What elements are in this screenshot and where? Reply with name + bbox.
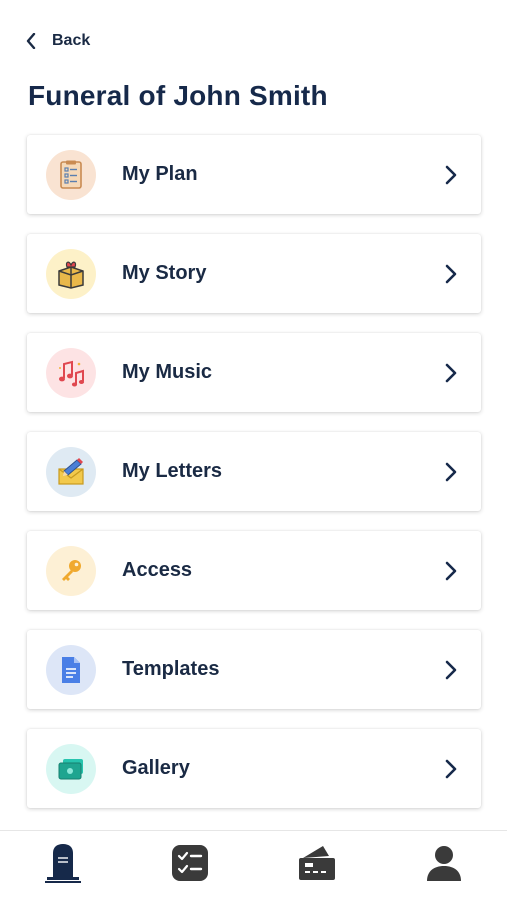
menu-item-my-music[interactable]: My Music: [27, 333, 481, 412]
tab-tasks[interactable]: [160, 836, 220, 896]
menu-item-label: My Story: [122, 262, 207, 284]
tab-tickets[interactable]: [287, 836, 347, 896]
menu-item-label: Access: [122, 559, 193, 581]
envelope-pencil-icon: [46, 446, 96, 497]
menu-item-access[interactable]: Access: [27, 531, 481, 610]
menu-item-my-story[interactable]: My Story: [27, 234, 481, 313]
bottom-tab-bar: [0, 830, 507, 900]
menu-item-label: My Music: [122, 361, 213, 383]
profile-icon: [425, 844, 463, 887]
key-icon: [46, 545, 96, 596]
tombstone-icon: [45, 843, 82, 888]
ticket-icon: [297, 844, 337, 887]
chevron-right-icon: [443, 263, 459, 285]
music-notes-icon: [46, 347, 96, 398]
tab-profile[interactable]: [414, 836, 474, 896]
menu-item-label: Gallery: [122, 757, 190, 779]
menu-list: My Plan My Story My Music My Letters Acc…: [27, 135, 481, 828]
menu-item-templates[interactable]: Templates: [27, 630, 481, 709]
menu-item-label: My Plan: [122, 163, 198, 185]
page-title: Funeral of John Smith: [28, 80, 328, 111]
chevron-left-icon: [24, 33, 38, 49]
chevron-right-icon: [443, 758, 459, 780]
chevron-right-icon: [443, 362, 459, 384]
back-label: Back: [52, 32, 91, 49]
document-icon: [46, 644, 96, 695]
photo-stack-icon: [46, 743, 96, 794]
task-list-icon: [171, 844, 209, 887]
back-button[interactable]: Back: [24, 28, 90, 54]
chevron-right-icon: [443, 560, 459, 582]
checklist-clipboard-icon: [46, 149, 96, 200]
menu-item-my-plan[interactable]: My Plan: [27, 135, 481, 214]
menu-item-label: My Letters: [122, 460, 223, 482]
gift-box-icon: [46, 248, 96, 299]
chevron-right-icon: [443, 659, 459, 681]
menu-item-my-letters[interactable]: My Letters: [27, 432, 481, 511]
chevron-right-icon: [443, 164, 459, 186]
menu-item-gallery[interactable]: Gallery: [27, 729, 481, 808]
tab-funeral[interactable]: [33, 836, 93, 896]
menu-item-label: Templates: [122, 658, 220, 680]
chevron-right-icon: [443, 461, 459, 483]
